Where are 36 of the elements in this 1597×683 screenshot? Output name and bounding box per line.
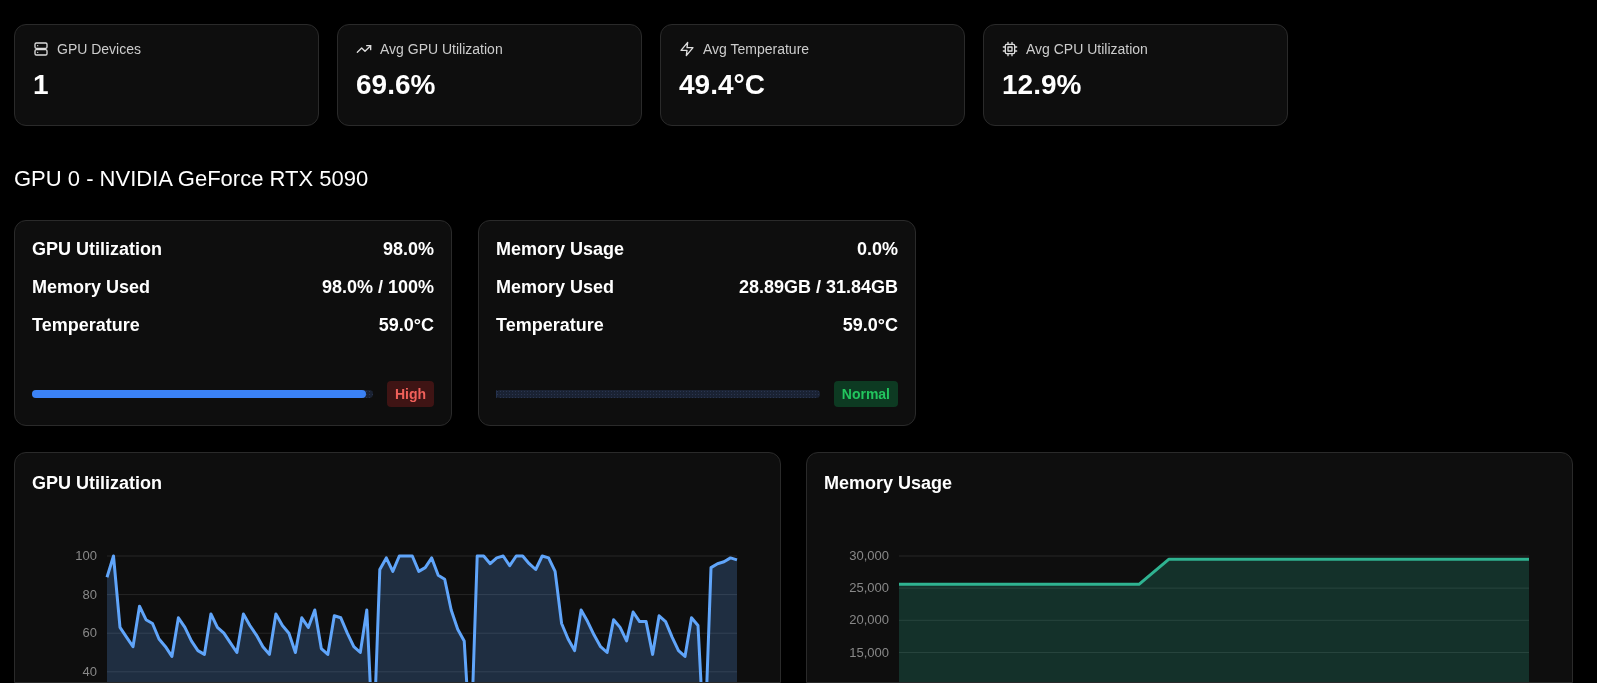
metric-label: GPU Utilization	[32, 239, 162, 260]
y-tick-label: 80	[82, 586, 97, 602]
chart-title: Memory Usage	[824, 473, 953, 494]
metric-label: Memory Used	[496, 277, 615, 298]
y-tick-label: 15,000	[849, 644, 889, 660]
chart-title: GPU Utilization	[32, 473, 162, 494]
stat-value: 69.6%	[356, 69, 437, 101]
metric-value: 59.0°C	[378, 315, 434, 336]
gpu-heading: GPU 0 - NVIDIA GeForce RTX 5090	[14, 166, 370, 192]
y-tick-label: 100	[75, 548, 97, 563]
metric-value: 98.0%	[382, 239, 434, 260]
y-tick-label: 40	[82, 663, 97, 679]
metric-label: Memory Usage	[496, 239, 625, 260]
y-tick-label: 25,000	[849, 580, 889, 596]
stat-value: 1	[33, 69, 50, 101]
stat-label: GPU Devices	[57, 41, 142, 57]
metric-label: Temperature	[32, 315, 140, 336]
metric-value: 28.89GB / 31.84GB	[738, 277, 898, 298]
y-tick-label: 20,000	[849, 612, 889, 628]
metric-value: 59.0°C	[842, 315, 898, 336]
server-icon	[33, 41, 49, 57]
status-badge: High	[386, 381, 434, 407]
status-badge: Normal	[833, 381, 898, 407]
stat-label: Avg CPU Utilization	[1026, 41, 1148, 57]
metric-label: Memory Used	[32, 277, 151, 298]
metric-value: 98.0% / 100%	[321, 277, 434, 298]
stat-label: Avg GPU Utilization	[380, 41, 503, 57]
stat-label: Avg Temperature	[703, 41, 810, 57]
stat-value: 12.9%	[1002, 69, 1083, 101]
metric-value: 0.0%	[856, 239, 898, 260]
stat-value: 49.4°C	[679, 69, 766, 101]
y-tick-label: 60	[82, 625, 97, 641]
metric-label: Temperature	[496, 315, 604, 336]
lightning-icon	[679, 41, 695, 57]
y-tick-label: 30,000	[849, 548, 889, 563]
chip-icon	[1002, 41, 1018, 57]
